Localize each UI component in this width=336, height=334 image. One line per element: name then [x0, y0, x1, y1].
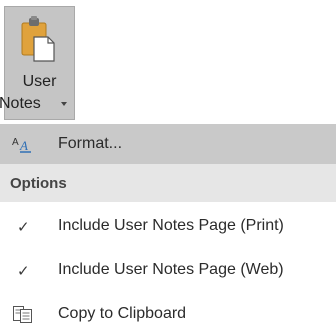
checkmark-icon: ✓	[17, 218, 30, 236]
menu-item-copy-clipboard[interactable]: Copy to Clipboard	[0, 294, 336, 334]
svg-text:A: A	[12, 137, 19, 148]
user-notes-button[interactable]: User Notes	[0, 6, 75, 120]
menu-item-include-web-label: Include User Notes Page (Web)	[58, 261, 284, 278]
user-notes-menu: A A Format... Options ✓ Include User Not…	[0, 124, 336, 334]
checkmark-icon: ✓	[17, 262, 30, 280]
user-notes-label-line1: User	[22, 73, 57, 90]
menu-item-format-label: Format...	[58, 135, 123, 152]
format-text-icon: A A	[12, 134, 34, 154]
user-notes-label-line2: Notes	[0, 95, 41, 112]
menu-item-include-print[interactable]: ✓ Include User Notes Page (Print)	[0, 206, 336, 246]
clipboard-paste-icon	[20, 15, 58, 65]
page: User Notes A A Format... Options ✓ Inclu…	[0, 0, 336, 334]
svg-text:A: A	[19, 138, 28, 153]
menu-item-include-web[interactable]: ✓ Include User Notes Page (Web)	[0, 250, 336, 290]
section-header-options: Options	[0, 164, 336, 202]
chevron-down-icon	[61, 102, 67, 106]
copy-clipboard-icon	[12, 304, 34, 324]
section-header-label: Options	[10, 175, 67, 192]
menu-item-format[interactable]: A A Format...	[0, 124, 336, 164]
menu-item-include-print-label: Include User Notes Page (Print)	[58, 217, 284, 234]
menu-item-copy-clipboard-label: Copy to Clipboard	[58, 305, 187, 322]
